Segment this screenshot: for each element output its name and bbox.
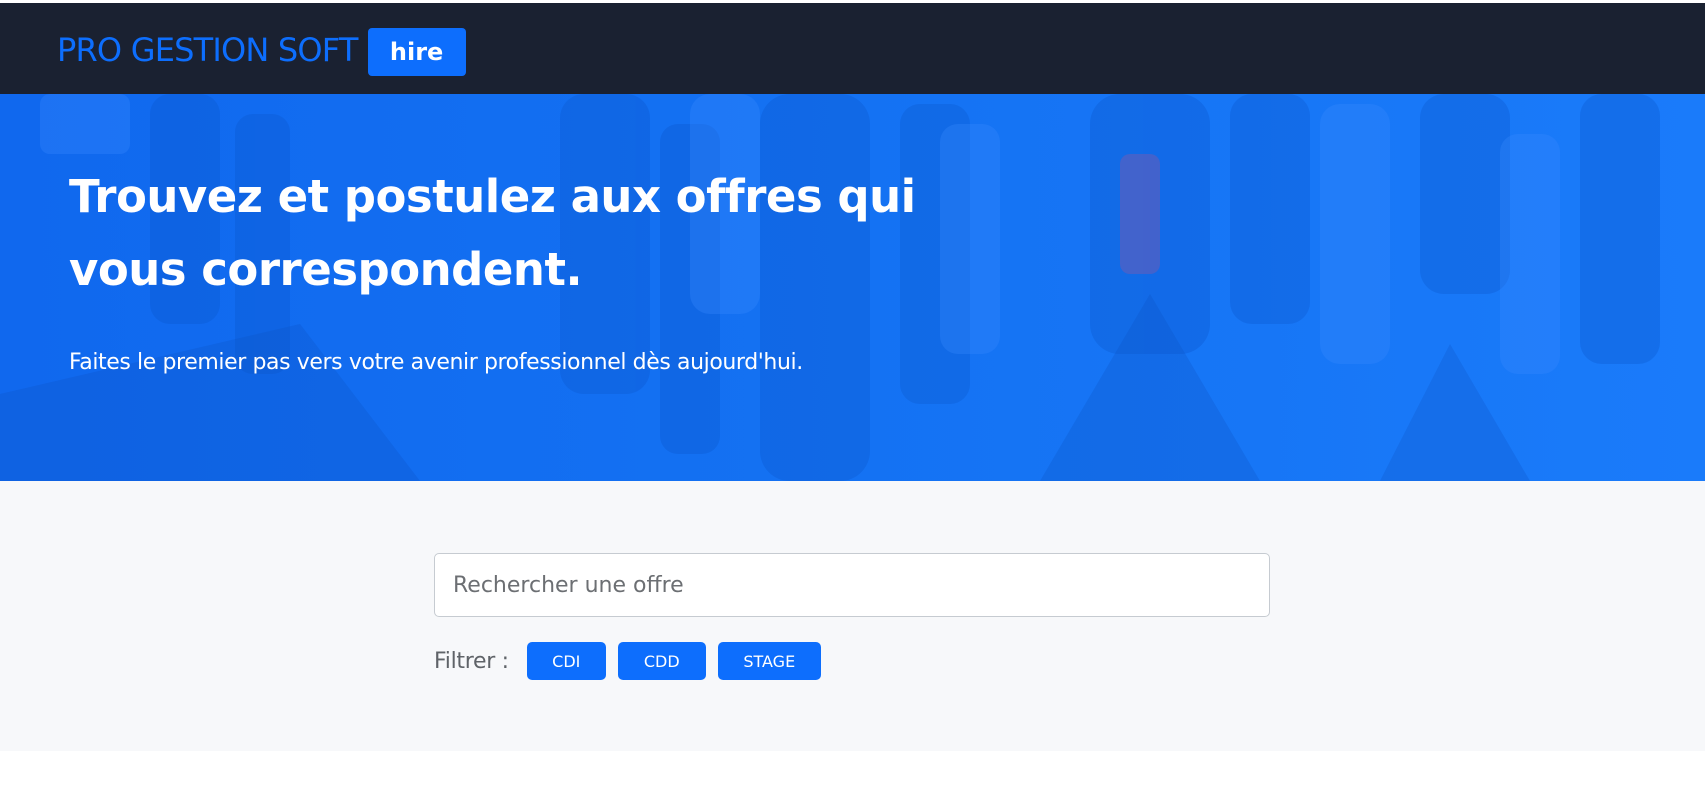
filter-cdi-button[interactable]: CDI [526, 642, 606, 680]
search-section: Filtrer : CDI CDD STAGE [0, 481, 1705, 751]
page: PRO GESTION SOFT hire Trouvez et postule… [0, 0, 1705, 799]
hero-title: Trouvez et postulez aux offres qui vous … [69, 170, 916, 296]
brand-name: PRO GESTION SOFT [57, 31, 358, 69]
hero-banner: Trouvez et postulez aux offres qui vous … [0, 94, 1705, 481]
navbar: PRO GESTION SOFT hire [0, 3, 1705, 94]
brand-logo-link[interactable]: PRO GESTION SOFT hire [57, 28, 466, 76]
hero-subtitle: Faites le premier pas vers votre avenir … [69, 350, 803, 375]
filter-cdd-button[interactable]: CDD [617, 642, 706, 680]
filter-row: Filtrer : CDI CDD STAGE [434, 642, 833, 680]
page-content-area [0, 751, 1705, 799]
filter-stage-button[interactable]: STAGE [717, 642, 821, 680]
search-input[interactable] [434, 553, 1270, 617]
filter-label: Filtrer : [434, 648, 509, 674]
brand-badge: hire [367, 28, 466, 76]
